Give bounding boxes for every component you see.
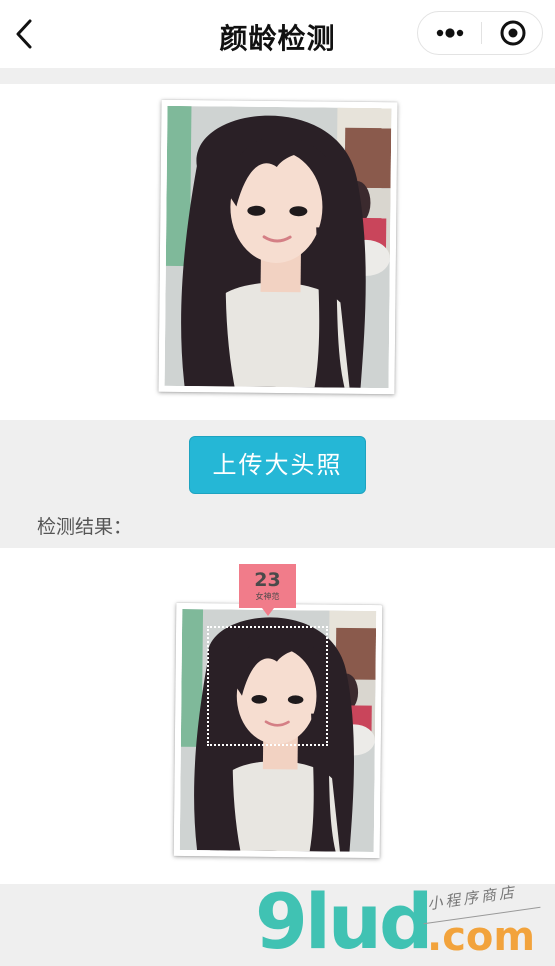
watermark-small-text: 小程序商店 [426,882,518,914]
close-button[interactable] [482,12,542,54]
style-tag: 女神范 [255,592,280,601]
detection-result-label: 检测结果： [37,516,133,538]
age-badge: 23 女神范 [239,564,296,616]
navigation-bar: 颜龄检测 [0,0,555,68]
watermark-logo: 9lud 小程序商店 .com [255,877,555,966]
portrait-image [164,105,392,389]
age-value: 23 [254,569,281,591]
face-detection-box [207,626,328,746]
uploaded-photo [158,99,398,395]
target-circle-icon [500,20,526,46]
watermark-domain-text: .com [427,914,536,960]
more-button[interactable] [418,12,480,54]
upload-photo-button[interactable]: 上传大头照 [189,436,366,494]
watermark-main-text: 9lud [255,877,433,966]
menu-capsule [417,11,543,55]
more-dots-icon [436,28,464,38]
